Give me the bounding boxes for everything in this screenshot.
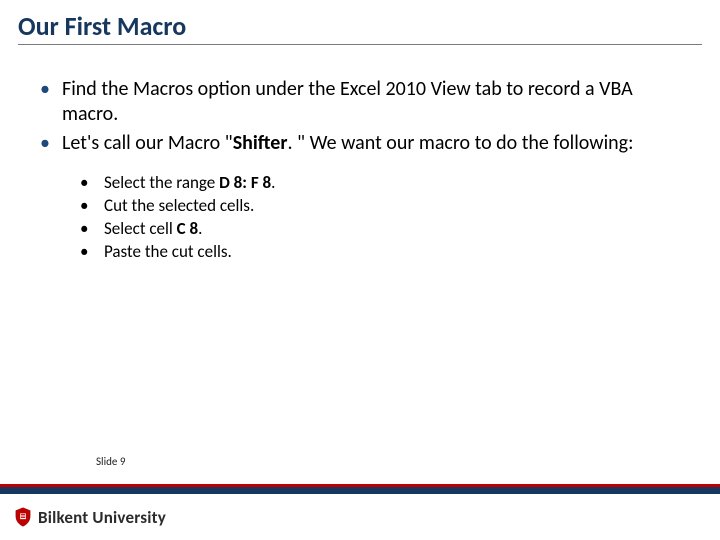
sub-1-pre: Select the range <box>104 172 219 193</box>
bullet-1: Find the Macros option under the Excel 2… <box>40 77 680 127</box>
sub-4: Paste the cut cells. <box>80 241 680 264</box>
bullet-1-text: Find the Macros option under the Excel 2… <box>62 77 633 126</box>
content-area: Find the Macros option under the Excel 2… <box>0 51 720 264</box>
slide-number: Slide 9 <box>96 455 720 468</box>
university-name: Bilkent University <box>38 507 166 528</box>
main-bullet-list: Find the Macros option under the Excel 2… <box>40 77 680 156</box>
bullet-2-post: . " We want our macro to do the followin… <box>287 131 633 155</box>
title-area: Our First Macro <box>0 0 720 51</box>
sub-1-post: . <box>271 172 275 193</box>
sub-2-text: Cut the selected cells. <box>104 195 254 216</box>
bullet-2-bold: Shifter <box>233 131 288 155</box>
sub-3: Select cell C 8. <box>80 218 680 241</box>
title-underline <box>18 44 702 45</box>
crest-icon <box>14 507 32 527</box>
footer-color-bar <box>0 484 720 494</box>
bullet-2: Let's call our Macro "Shifter. " We want… <box>40 131 680 156</box>
sub-1: Select the range D 8: F 8. <box>80 172 680 195</box>
sub-bullet-list: Select the range D 8: F 8. Cut the selec… <box>80 172 680 264</box>
sub-2: Cut the selected cells. <box>80 195 680 218</box>
bullet-2-pre: Let's call our Macro " <box>62 131 233 155</box>
footer: Slide 9 Bilkent University <box>0 455 720 540</box>
sub-3-bold: C 8 <box>177 218 198 239</box>
sub-3-pre: Select cell <box>104 218 177 239</box>
sub-4-text: Paste the cut cells. <box>104 241 232 262</box>
university-logo-row: Bilkent University <box>14 507 166 528</box>
footer-inner: Bilkent University <box>0 494 720 540</box>
slide-title: Our First Macro <box>18 10 702 42</box>
sub-3-post: . <box>198 218 202 239</box>
sub-1-bold: D 8: F 8 <box>219 172 271 193</box>
